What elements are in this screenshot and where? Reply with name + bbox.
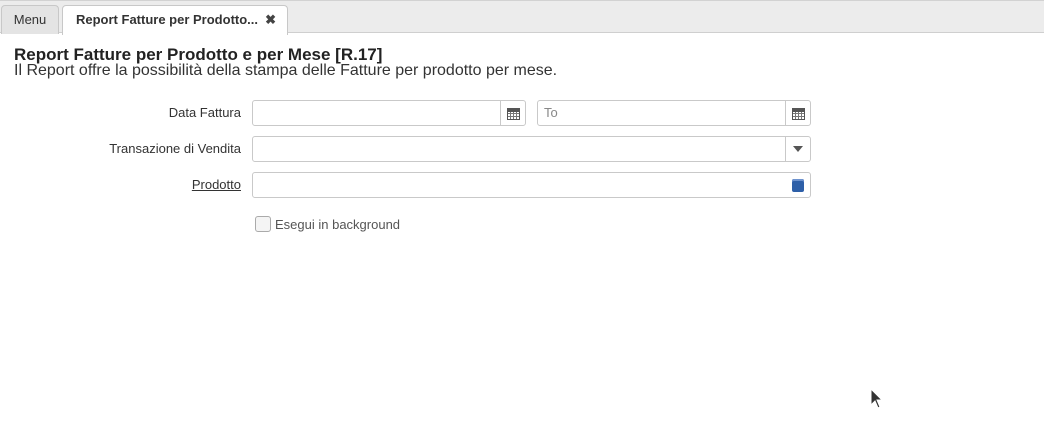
data-fattura-to-field[interactable] — [537, 100, 811, 126]
calendar-button[interactable] — [785, 101, 810, 125]
prodotto-label[interactable]: Prodotto — [192, 177, 241, 192]
page-description: Il Report offre la possibilità della sta… — [14, 62, 558, 79]
product-search-button[interactable] — [785, 173, 810, 197]
background-checkbox[interactable] — [255, 216, 271, 232]
transazione-label: Transazione di Vendita — [109, 141, 241, 156]
data-fattura-from-field[interactable] — [252, 100, 526, 126]
calendar-button[interactable] — [500, 101, 525, 125]
data-fattura-to-input[interactable] — [544, 105, 762, 120]
tab-bar: Menu Report Fatture per Prodotto... ✖ — [0, 0, 1044, 35]
tab-report-label: Report Fatture per Prodotto... — [76, 12, 258, 27]
transazione-input[interactable] — [259, 141, 705, 156]
transazione-select[interactable] — [252, 136, 811, 162]
tab-menu[interactable]: Menu — [1, 5, 59, 34]
chevron-down-icon — [793, 146, 803, 152]
data-fattura-label: Data Fattura — [168, 105, 241, 120]
data-fattura-from-input[interactable] — [259, 105, 477, 120]
mouse-pointer-icon — [870, 388, 884, 409]
background-label[interactable]: Esegui in background — [275, 217, 400, 232]
dropdown-button[interactable] — [785, 137, 810, 161]
prodotto-field[interactable] — [252, 172, 811, 198]
calendar-icon — [791, 107, 805, 120]
close-icon[interactable]: ✖ — [265, 6, 276, 34]
product-search-icon — [791, 178, 804, 192]
calendar-icon — [506, 107, 520, 120]
prodotto-input[interactable] — [259, 177, 705, 192]
tab-report[interactable]: Report Fatture per Prodotto... ✖ — [62, 5, 288, 35]
